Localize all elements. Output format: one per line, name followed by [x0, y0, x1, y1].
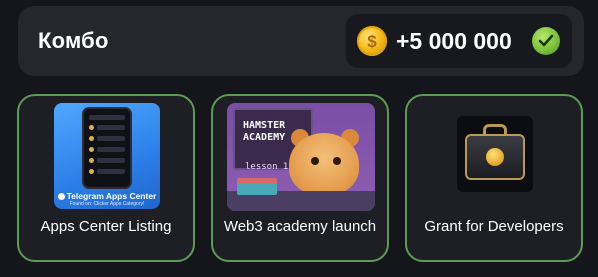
combo-card-web3-academy[interactable]: HAMSTER ACADEMY lesson 1 Web3 academy la… [211, 94, 389, 262]
briefcase-image [457, 116, 533, 192]
books [237, 183, 277, 195]
card-label: Grant for Developers [424, 218, 564, 235]
apps-center-subcaption: Found on: Clicker Apps Category! [69, 201, 145, 207]
coin-dollar-icon: $ [357, 26, 387, 56]
combo-screen: Комбо $ +5 000 000 Telegram Apps Center … [0, 0, 598, 277]
apps-center-image: Telegram Apps Center Found on: Clicker A… [54, 103, 160, 209]
combo-title: Комбо [38, 28, 109, 53]
check-circle-icon [532, 27, 560, 55]
hamster-character [289, 133, 359, 195]
academy-title: HAMSTER ACADEMY [243, 120, 286, 143]
combo-card-grant[interactable]: Grant for Developers [405, 94, 583, 262]
hamster-eye [311, 157, 319, 165]
apps-center-caption: Telegram Apps Center [54, 191, 160, 201]
combo-header: Комбо $ +5 000 000 [18, 6, 584, 76]
phone-mockup [82, 107, 132, 189]
academy-lesson: lesson 1 [245, 162, 289, 172]
combo-reward-pill: $ +5 000 000 [346, 14, 572, 68]
telegram-icon [57, 193, 65, 200]
reward-amount: +5 000 000 [396, 28, 512, 54]
svg-text:$: $ [367, 32, 377, 51]
hamster-academy-image: HAMSTER ACADEMY lesson 1 [227, 103, 375, 211]
coin-icon [486, 148, 504, 166]
hamster-eye [333, 157, 341, 165]
card-label: Web3 academy launch [223, 218, 377, 235]
card-label: Apps Center Listing [40, 218, 172, 235]
combo-card-apps-center[interactable]: Telegram Apps Center Found on: Clicker A… [17, 94, 195, 262]
